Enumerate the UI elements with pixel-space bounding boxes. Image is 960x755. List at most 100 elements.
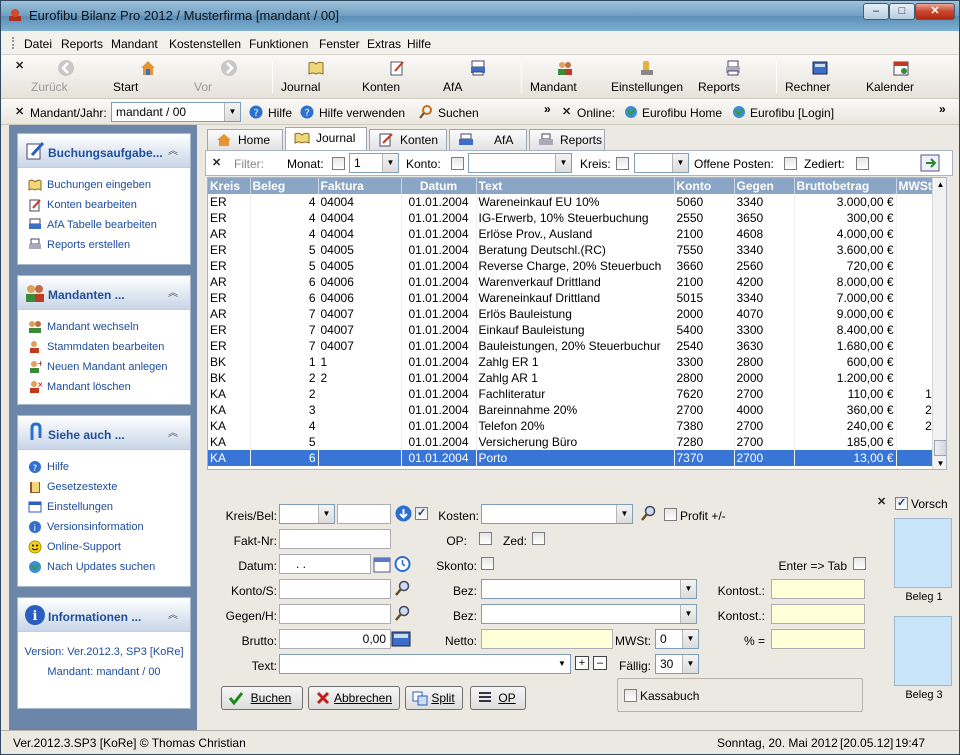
column-header-gegen[interactable]: Gegen [734,178,795,194]
preview-close-icon[interactable]: ✕ [877,495,886,508]
back-button[interactable]: Zurück [31,57,101,97]
enter-tab-checkbox[interactable] [853,557,866,570]
sidebar-item-stammdaten[interactable]: Stammdaten bearbeiten [18,338,190,358]
eurofibu-home-link[interactable]: Eurofibu Home [642,106,722,120]
table-row[interactable]: ER 7 04007 01.01.2004 Bauleistungen, 20% Ste… [208,338,935,354]
journal-button[interactable]: Journal [281,57,351,97]
kreis-bel-select[interactable]: ▼ [279,504,335,524]
menu-datei[interactable]: Datei [24,37,52,51]
sidebar-item-einstellungen[interactable]: Einstellungen [18,498,190,518]
konten-button[interactable]: Konten [362,57,432,97]
table-row[interactable]: ER 6 04006 01.01.2004 Wareneinkauf Drittland… [208,290,935,306]
collapse-icon[interactable]: ︽ [164,607,182,625]
column-header-konto[interactable]: Konto [674,178,735,194]
sidebar-item-versionsinformation[interactable]: i Versionsinformation [18,518,190,538]
remove-text-button[interactable]: – [593,656,607,670]
help-use-link[interactable]: Hilfe verwenden [319,106,405,120]
forward-button[interactable]: Vor [194,57,264,97]
sidebar-item-buchungen-eingeben[interactable]: Buchungen eingeben [18,176,190,196]
kreis-select[interactable]: ▼ [634,153,689,173]
calendar-icon[interactable] [373,555,391,573]
datum-input[interactable]: . . [279,554,371,574]
menu-extras[interactable]: Extras [367,37,401,51]
afa-button[interactable]: AfA [443,57,513,97]
siehe-auch-header[interactable]: Siehe auch ... ︽ [18,416,190,450]
text-select[interactable]: ▼ [279,654,571,674]
chevron-right-icon[interactable]: » [544,102,551,116]
menu-kostenstellen[interactable]: Kostenstellen [169,37,241,51]
konto-select[interactable]: ▼ [468,153,572,173]
tab-journal[interactable]: Journal [285,127,367,150]
collapse-icon[interactable]: ︽ [164,143,182,161]
scroll-down-icon[interactable]: ▼ [933,457,946,469]
column-header-text[interactable]: Text [476,178,675,194]
column-header-bruttobetrag[interactable]: Bruttobetrag [794,178,897,194]
column-header-kreis[interactable]: Kreis [208,178,251,194]
table-row[interactable]: KA 4 01.01.2004 Telefon 20% 7380 2700 240,00 €… [208,418,935,434]
table-row[interactable]: BK 1 1 01.01.2004 Zahlg ER 1 3300 2800 600,00 € [208,354,935,370]
search-icon[interactable] [394,605,410,621]
search-link[interactable]: Suchen [438,106,479,120]
minimize-button[interactable]: – [863,3,889,20]
beleg-input[interactable] [337,504,391,524]
sidebar-item-gesetzestexte[interactable]: Gesetzestexte [18,478,190,498]
mandanten-header[interactable]: Mandanten ... ︽ [18,276,190,310]
table-row[interactable]: KA 3 01.01.2004 Bareinnahme 20% 2700 4000 360,… [208,402,935,418]
faellig-select[interactable]: 30 ▼ [655,654,699,674]
zediert-checkbox[interactable] [856,157,869,170]
table-row[interactable]: ER 5 04005 01.01.2004 Beratung Deutschl.(RC)… [208,242,935,258]
abbrechen-button[interactable]: Abbrechen [308,686,400,710]
table-row[interactable]: KA 6 01.01.2004 Porto 7370 2700 13,00 € [208,450,935,466]
table-row[interactable]: ER 4 04004 01.01.2004 Wareneinkauf EU 10% 506… [208,194,935,210]
tab-konten[interactable]: Konten [369,129,447,150]
tab-afa[interactable]: AfA [449,129,527,150]
vorschau-checkbox[interactable] [895,496,908,510]
table-row[interactable]: ER 5 04005 01.01.2004 Reverse Charge, 20% St… [208,258,935,274]
close-window-button[interactable]: ✕ [915,3,955,20]
sidebar-item-updates[interactable]: Nach Updates suchen [18,558,190,578]
reports-button[interactable]: Reports [698,57,768,97]
online-bar-close-icon[interactable]: ✕ [562,105,571,118]
scrollbar-thumb[interactable] [934,440,946,456]
op-checkbox[interactable] [479,532,492,545]
mandant-button[interactable]: Mandant [530,57,600,97]
beleg-thumbnail-1[interactable]: Beleg 1 [894,518,952,603]
column-header-datum[interactable]: Datum [401,178,477,194]
kalender-button[interactable]: Kalender [866,57,936,97]
beleg-thumbnail-3[interactable]: Beleg 3 [894,616,952,701]
sidebar-item-mandant-loeschen[interactable]: × Mandant löschen [18,378,190,398]
collapse-icon[interactable]: ︽ [164,425,182,443]
kreis-checkbox[interactable] [616,157,629,170]
menu-fenster[interactable]: Fenster [319,37,360,51]
maximize-button[interactable]: □ [889,3,915,20]
bez-select-2[interactable]: ▼ [481,604,697,624]
menu-mandant[interactable]: Mandant [111,37,158,51]
gegen-h-input[interactable] [279,604,391,624]
table-row[interactable]: BK 2 2 01.01.2004 Zahlg AR 1 2800 2000 1.200,00… [208,370,935,386]
eurofibu-login-link[interactable]: Eurofibu [Login] [750,106,834,120]
table-row[interactable]: AR 7 04007 01.01.2004 Erlös Bauleistung 2000 4… [208,306,935,322]
sidebar-item-mandant-wechseln[interactable]: Mandant wechseln [18,318,190,338]
table-row[interactable]: KA 2 01.01.2004 Fachliteratur 7620 2700 110,00… [208,386,935,402]
einstellungen-button[interactable]: Einstellungen [611,57,683,97]
tab-reports[interactable]: Reports [529,129,605,150]
profit-checkbox[interactable] [664,508,677,521]
sidebar-item-reports-erstellen[interactable]: Reports erstellen [18,236,190,256]
column-header-faktura[interactable]: Faktura [318,178,402,194]
booking-tasks-header[interactable]: Buchungsaufgabe... ︽ [18,134,190,168]
kassabuch-checkbox[interactable] [624,689,637,702]
chevron-right-icon[interactable]: » [939,102,946,116]
tab-home[interactable]: Home [207,129,283,150]
table-row[interactable]: AR 6 04006 01.01.2004 Warenverkauf Drittland… [208,274,935,290]
sidebar-item-neuer-mandant[interactable]: + Neuen Mandant anlegen [18,358,190,378]
mandant-year-select[interactable]: mandant / 00 ▼ [111,102,241,122]
column-header-mwst[interactable]: MWSt [896,178,935,194]
konto-s-input[interactable] [279,579,391,599]
monat-checkbox[interactable] [332,157,345,170]
menu-grip-handle[interactable] [12,37,15,49]
arrow-down-circle-icon[interactable] [395,505,412,522]
toolbar-close-icon[interactable]: ✕ [15,59,24,72]
table-row[interactable]: AR 4 04004 01.01.2004 Erlöse Prov., Ausland 2… [208,226,935,242]
fakt-nr-input[interactable] [279,529,391,549]
sidebar-item-konten-bearbeiten[interactable]: Konten bearbeiten [18,196,190,216]
